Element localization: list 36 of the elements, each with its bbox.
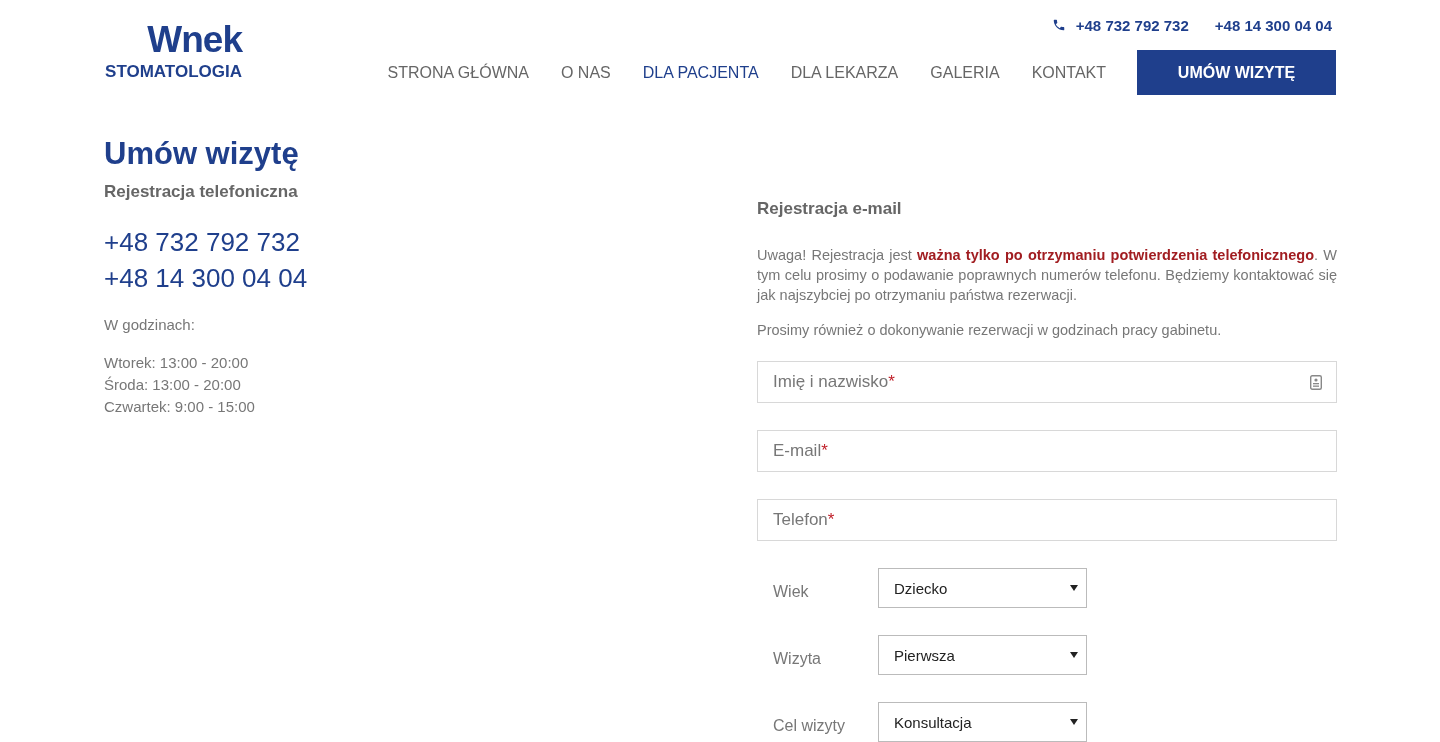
input-field[interactable]: Imię i nazwisko* (757, 361, 1337, 403)
section-heading: Rejestracja e-mail (757, 199, 903, 219)
logo[interactable]: Wnek (147, 20, 242, 60)
caret-icon (1070, 719, 1078, 725)
dropdown[interactable]: Dziecko (878, 568, 1087, 608)
hours-label: W godzinach: (104, 315, 196, 335)
info-paragraph: Prosimy również o dokonywanie rezerwacji w godzinach pracy gabinetu. (757, 321, 1223, 340)
nav-link[interactable]: GALERIA (914, 63, 1016, 82)
opening-hours: Czwartek: 9:00 - 15:00 (104, 397, 256, 417)
nav-link[interactable]: STRONA GŁÓWNA (371, 63, 545, 82)
caret-icon (1070, 585, 1078, 591)
nav-link[interactable]: DLA LEKARZA (774, 63, 915, 82)
phone-number[interactable]: +48 732 792 732 (104, 224, 757, 260)
page-title: Umów wizytę (104, 136, 300, 172)
section-heading: Rejestracja telefoniczna (104, 182, 299, 202)
book-visit-button[interactable]: UMÓW WIZYTĘ (1137, 50, 1336, 95)
dropdown[interactable]: Konsultacja (878, 702, 1087, 742)
nav-link[interactable]: KONTAKT (1015, 63, 1122, 82)
field-label: Wiek (773, 583, 810, 601)
nav-link[interactable]: O NAS (544, 63, 627, 82)
input-field[interactable]: Telefon* (757, 499, 1337, 541)
phone-number[interactable]: +48 14 300 04 04 (104, 260, 757, 296)
nav-link[interactable]: DLA PACJENTA (626, 63, 775, 82)
opening-hours: Środa: 13:00 - 20:00 (104, 375, 242, 395)
opening-hours: Wtorek: 13:00 - 20:00 (104, 353, 250, 373)
phone-number[interactable]: +48 14 300 04 04 (1214, 16, 1332, 34)
caret-icon (1070, 652, 1078, 658)
field-label: Wizyta (773, 650, 822, 668)
input-field[interactable]: E-mail* (757, 430, 1337, 472)
phone-icon (1051, 18, 1066, 32)
phone-number[interactable]: +48 732 792 732 (1075, 16, 1189, 34)
logo-subtitle: STOMATOLOGIA (105, 62, 242, 82)
dropdown[interactable]: Pierwsza (878, 635, 1087, 675)
contact-card-icon (1310, 374, 1322, 390)
field-label: Cel wizyty (773, 717, 846, 735)
info-paragraph: Uwaga! Rejestracja jest ważna tylko po otrzymaniu potwierdzenia telefonicznego. W tym celu prosimy o podawanie poprawnych numerów telefonu. Będziemy kontaktować się jak najszybciej po otrzymaniu państwa rezerwacji. (757, 246, 1337, 305)
